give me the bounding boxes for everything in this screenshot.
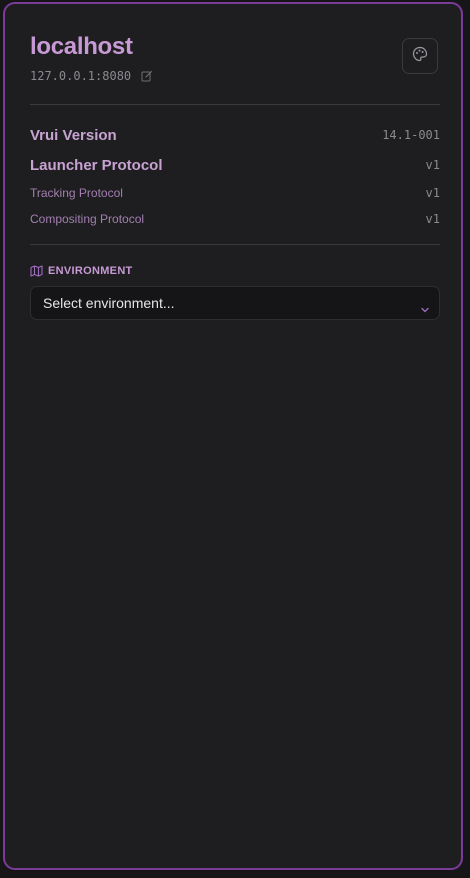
version-row-tracking: Tracking Protocol v1 (30, 184, 440, 202)
chevron-down-icon (421, 300, 429, 313)
version-value: v1 (425, 212, 440, 226)
divider (30, 244, 440, 245)
version-label: Compositing Protocol (30, 212, 145, 226)
host-address: 127.0.0.1:8080 (30, 69, 132, 83)
palette-icon (412, 46, 428, 67)
version-label: Tracking Protocol (30, 186, 123, 200)
version-value: 14.1-001 (382, 128, 440, 142)
edit-icon[interactable] (141, 70, 153, 82)
environment-select[interactable]: Select environment... (30, 286, 440, 320)
version-row-vrui: Vrui Version 14.1-001 (30, 124, 440, 146)
version-label: Vrui Version (30, 126, 117, 144)
version-value: v1 (425, 186, 440, 200)
host-address-row: 127.0.0.1:8080 (30, 68, 153, 84)
version-label: Launcher Protocol (30, 156, 163, 174)
environment-heading-label: ENVIRONMENT (48, 265, 133, 277)
environment-heading: ENVIRONMENT (30, 265, 133, 277)
divider (30, 104, 440, 105)
version-row-compositing: Compositing Protocol v1 (30, 210, 440, 228)
theme-button[interactable] (402, 38, 438, 74)
version-row-launcher: Launcher Protocol v1 (30, 154, 440, 176)
environment-select-value: Select environment... (43, 295, 175, 311)
host-name: localhost (30, 33, 133, 60)
map-icon (30, 265, 43, 277)
host-panel: localhost 127.0.0.1:8080 Vrui Version 14… (3, 2, 463, 870)
version-value: v1 (425, 158, 440, 172)
